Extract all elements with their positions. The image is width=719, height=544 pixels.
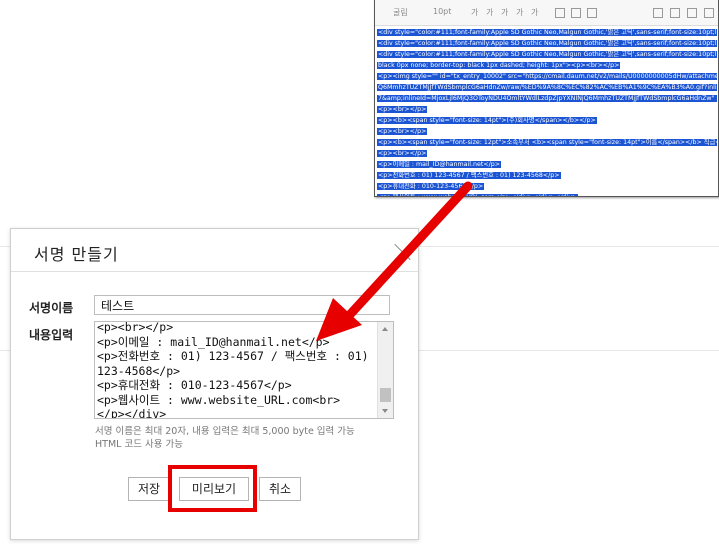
annotation-arrow (316, 181, 473, 341)
